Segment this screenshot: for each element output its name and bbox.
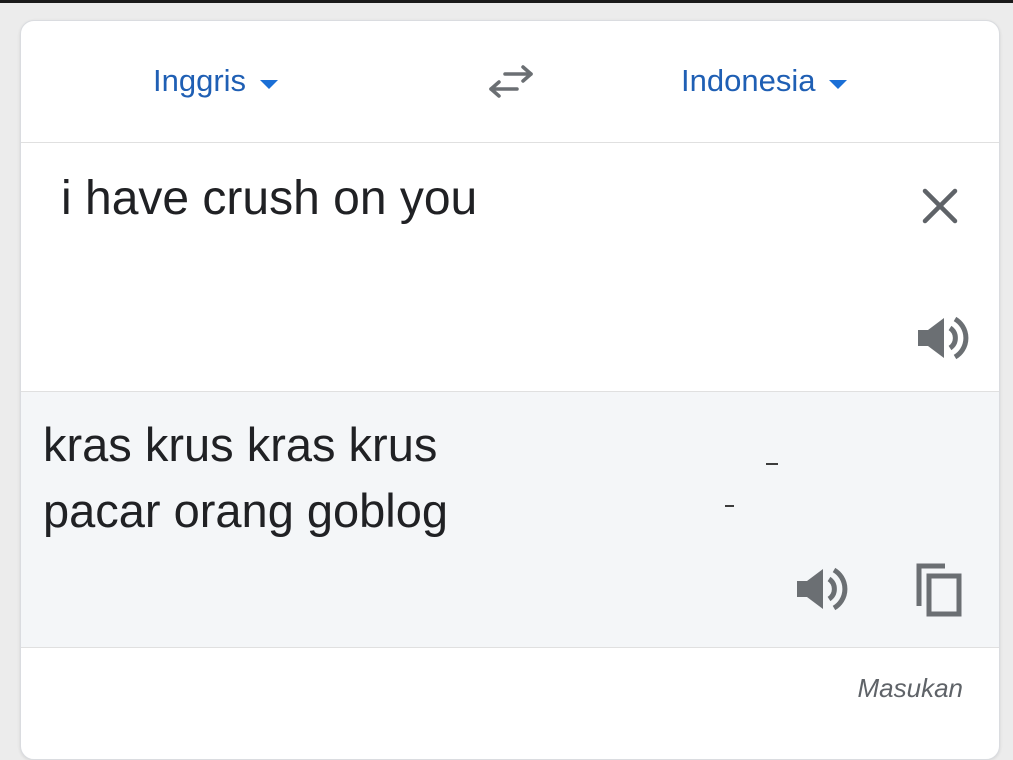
translation-output-area: kras krus kras krus pacar orang goblog [21, 392, 999, 648]
source-language-label: Inggris [153, 63, 247, 98]
source-text-area[interactable]: i have crush on you [21, 143, 999, 392]
target-language-selector[interactable]: Indonesia [681, 61, 848, 101]
speaker-icon[interactable] [793, 564, 849, 614]
feedback-link[interactable]: Masukan [858, 673, 964, 704]
image-artifacts [725, 463, 778, 507]
close-icon[interactable] [917, 183, 963, 229]
translate-card: Inggris Indonesia i have crush on you kr… [20, 20, 1000, 760]
caret-down-icon [829, 79, 848, 89]
card-footer: Masukan [21, 648, 999, 728]
language-bar: Inggris Indonesia [21, 21, 999, 143]
copy-icon[interactable] [909, 562, 965, 618]
swap-icon[interactable] [481, 59, 541, 103]
window-top-border [0, 0, 1013, 3]
source-text[interactable]: i have crush on you [61, 171, 477, 226]
target-language-label: Indonesia [681, 63, 816, 98]
source-language-selector[interactable]: Inggris [153, 61, 279, 101]
caret-down-icon [260, 79, 279, 89]
speaker-icon[interactable] [914, 313, 970, 363]
